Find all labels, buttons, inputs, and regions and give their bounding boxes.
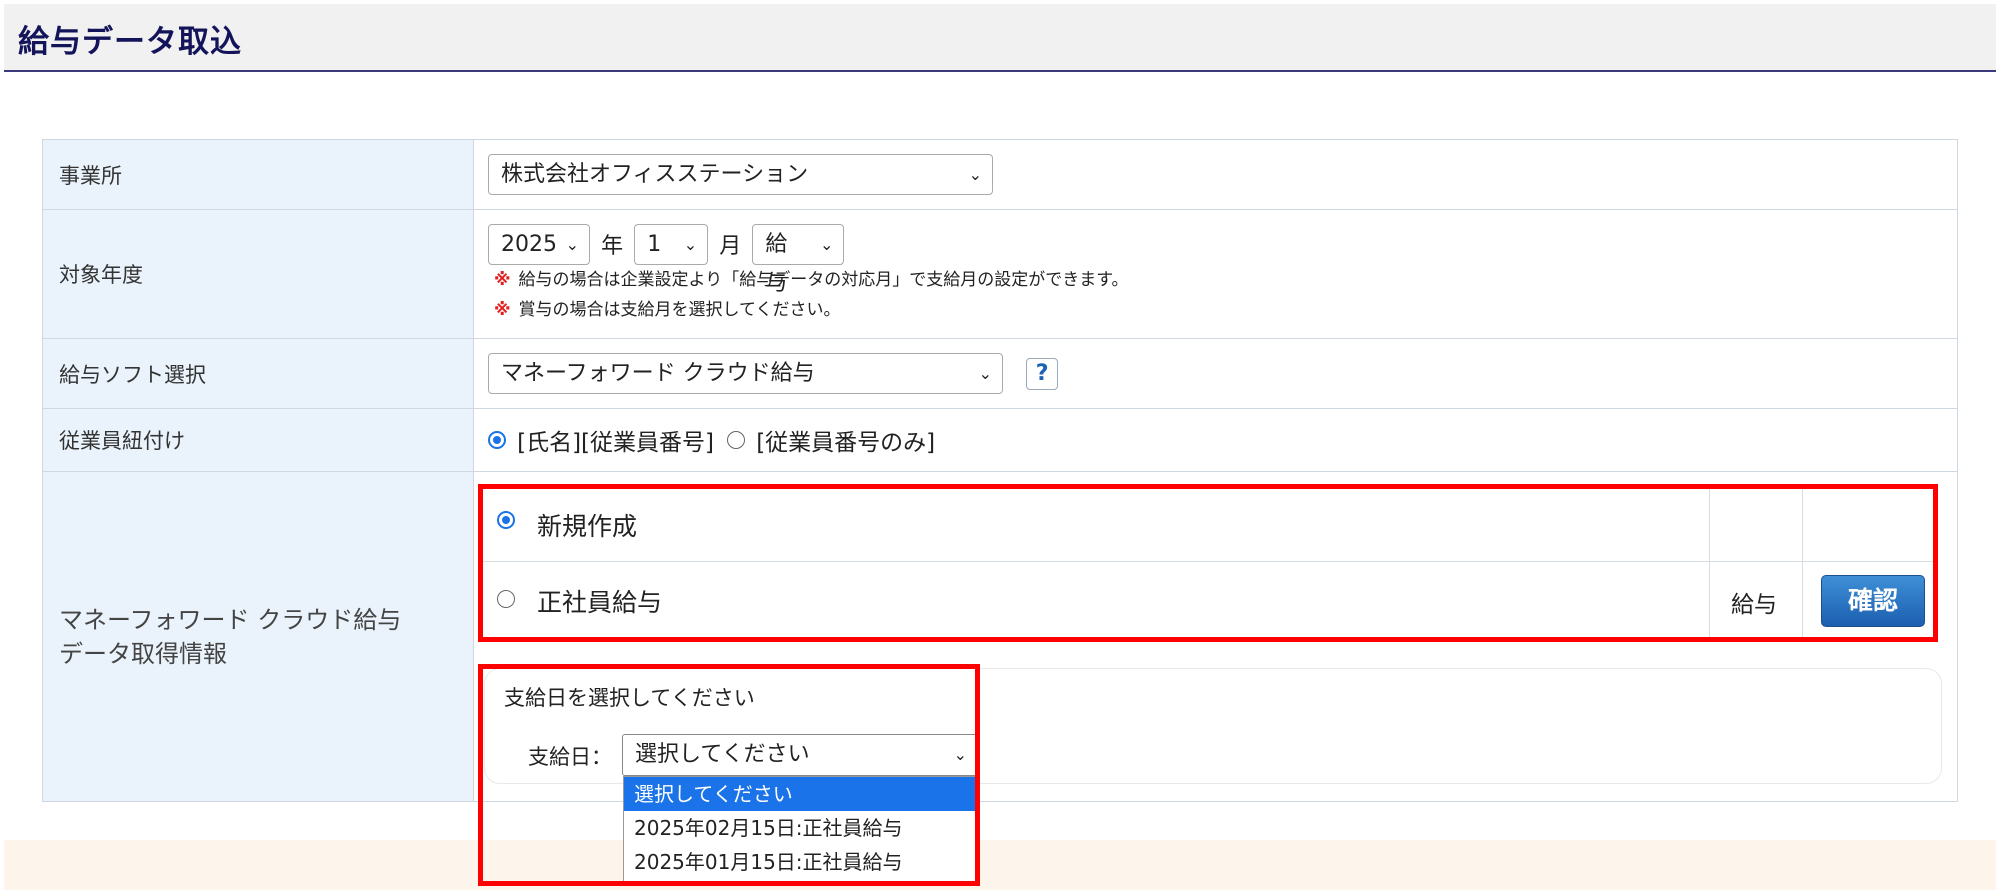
- month-select-value: 1: [647, 231, 662, 257]
- pay-type-select[interactable]: 給与 ⌄: [752, 223, 845, 296]
- mf-info-label-line1: マネーフォワード クラウド給与: [59, 605, 402, 634]
- pattern-row-fulltime[interactable]: 正社員給与 給与 確認: [483, 561, 1933, 637]
- year-select-value: 2025: [501, 231, 557, 257]
- divider: [1802, 561, 1803, 637]
- pattern-label: 正社員給与: [537, 588, 663, 617]
- software-label: 給与ソフト選択: [42, 338, 474, 409]
- linking-radio-number-only[interactable]: [727, 431, 746, 449]
- month-select[interactable]: 1 ⌄: [634, 223, 709, 265]
- period-note-1: ※ 給与の場合は企業設定より「給与データの対応月」で支給月の設定ができます。: [494, 265, 1957, 295]
- period-note-2: ※ 賞与の場合は支給月を選択してください。: [494, 295, 1957, 325]
- pay-date-highlight: [478, 664, 980, 886]
- year-unit: 年: [601, 234, 624, 259]
- office-label: 事業所: [42, 139, 474, 210]
- footer-band: [4, 840, 1996, 890]
- chevron-down-icon: ⌄: [820, 234, 834, 254]
- pattern-row-new[interactable]: 新規作成: [483, 489, 1933, 562]
- software-select[interactable]: マネーフォワード クラウド給与 ⌄: [488, 353, 1003, 394]
- help-icon[interactable]: ?: [1026, 357, 1059, 390]
- divider: [1709, 561, 1710, 637]
- chevron-down-icon: ⌄: [683, 234, 698, 254]
- note-text: 賞与の場合は支給月を選択してください。: [518, 299, 841, 320]
- note-mark-icon: ※: [494, 269, 511, 290]
- office-select[interactable]: 株式会社オフィスステーション ⌄: [488, 154, 993, 195]
- period-label: 対象年度: [42, 209, 474, 339]
- pattern-radio-new[interactable]: [497, 511, 515, 529]
- linking-label: 従業員紐付け: [42, 408, 474, 472]
- pattern-radio-fulltime[interactable]: [497, 590, 515, 608]
- confirm-button[interactable]: 確認: [1821, 575, 1925, 627]
- pay-type-select-value: 給与: [765, 231, 788, 296]
- mf-info-label-line2: データ取得情報: [59, 639, 227, 668]
- pattern-select-highlight: 新規作成 正社員給与 給与 確認: [478, 484, 1938, 642]
- pattern-type: 給与: [1731, 592, 1777, 618]
- divider: [1709, 489, 1710, 561]
- linking-option-label: [従業員番号のみ]: [756, 430, 936, 456]
- pattern-label: 新規作成: [537, 512, 638, 541]
- chevron-down-icon: ⌄: [565, 234, 579, 254]
- linking-radio-name-number[interactable]: [488, 431, 506, 449]
- note-text: 給与の場合は企業設定より「給与データの対応月」で支給月の設定ができます。: [518, 269, 1129, 290]
- divider: [1802, 489, 1803, 561]
- office-select-value: 株式会社オフィスステーション: [501, 162, 809, 187]
- year-select[interactable]: 2025 ⌄: [488, 223, 590, 265]
- note-mark-icon: ※: [494, 299, 511, 320]
- month-unit: 月: [719, 234, 742, 259]
- page-title: 給与データ取込: [18, 24, 242, 60]
- chevron-down-icon: ⌄: [978, 364, 992, 383]
- chevron-down-icon: ⌄: [968, 165, 982, 184]
- mf-info-label: マネーフォワード クラウド給与 データ取得情報: [42, 471, 474, 802]
- page-header: 給与データ取込: [4, 4, 1996, 72]
- linking-option-label: [氏名][従業員番号]: [517, 430, 714, 456]
- software-select-value: マネーフォワード クラウド給与: [501, 361, 815, 386]
